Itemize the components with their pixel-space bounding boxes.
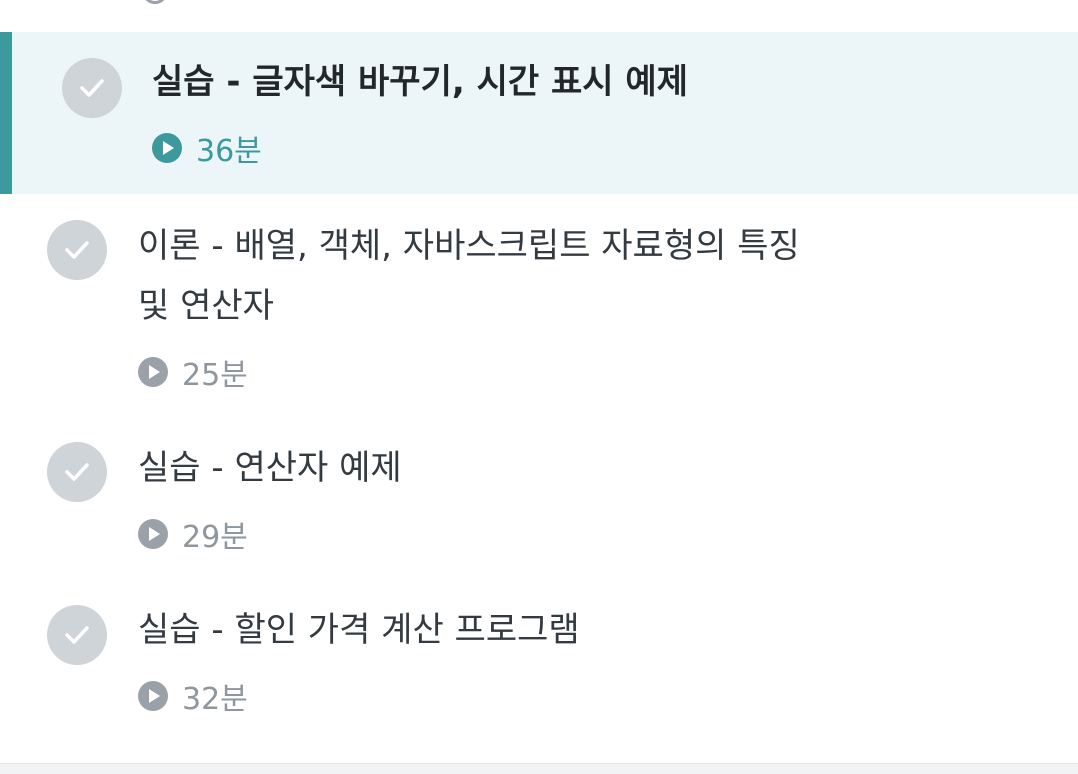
lesson-duration: 36분: [152, 128, 262, 169]
check-icon: [47, 605, 107, 665]
lesson-duration: 29분: [138, 514, 248, 555]
lesson-title: 실습 - 글자색 바꾸기, 시간 표시 예제: [152, 62, 688, 102]
lesson-list: 실습 - 글자색 바꾸기, 시간 표시 예제 36분 이론 - 배열, 객체, …: [0, 0, 1078, 774]
lesson-item[interactable]: 이론 - 배열, 객체, 자바스크립트 자료형의 특징 및 연산자 25분: [0, 194, 1078, 414]
check-icon: [47, 220, 107, 280]
lesson-title: 실습 - 연산자 예제: [138, 448, 402, 488]
duration-text: 36분: [196, 134, 262, 169]
play-icon: [142, 0, 168, 4]
lesson-item[interactable]: 실습 - 할인 가격 계산 프로그램 32분: [0, 578, 1078, 742]
lesson-title: 실습 - 할인 가격 계산 프로그램: [138, 610, 580, 650]
duration-text: 25분: [182, 358, 248, 393]
lesson-item-active[interactable]: 실습 - 글자색 바꾸기, 시간 표시 예제 36분: [0, 32, 1078, 194]
play-icon: [138, 519, 168, 549]
play-icon: [138, 357, 168, 387]
bottom-divider: [0, 763, 1078, 774]
check-icon: [47, 442, 107, 502]
play-icon: [152, 133, 182, 163]
lesson-duration: 25분: [138, 352, 248, 393]
lesson-title-line2: 및 연산자: [138, 286, 274, 326]
check-icon: [62, 58, 122, 118]
lesson-item[interactable]: 실습 - 연산자 예제 29분: [0, 414, 1078, 578]
duration-text: 32분: [182, 682, 248, 717]
lesson-duration: 32분: [138, 676, 248, 717]
lesson-title-line1: 이론 - 배열, 객체, 자바스크립트 자료형의 특징: [138, 226, 800, 266]
previous-lesson-partial[interactable]: [0, 0, 1078, 8]
play-icon: [138, 681, 168, 711]
duration-text: 29분: [182, 520, 248, 555]
